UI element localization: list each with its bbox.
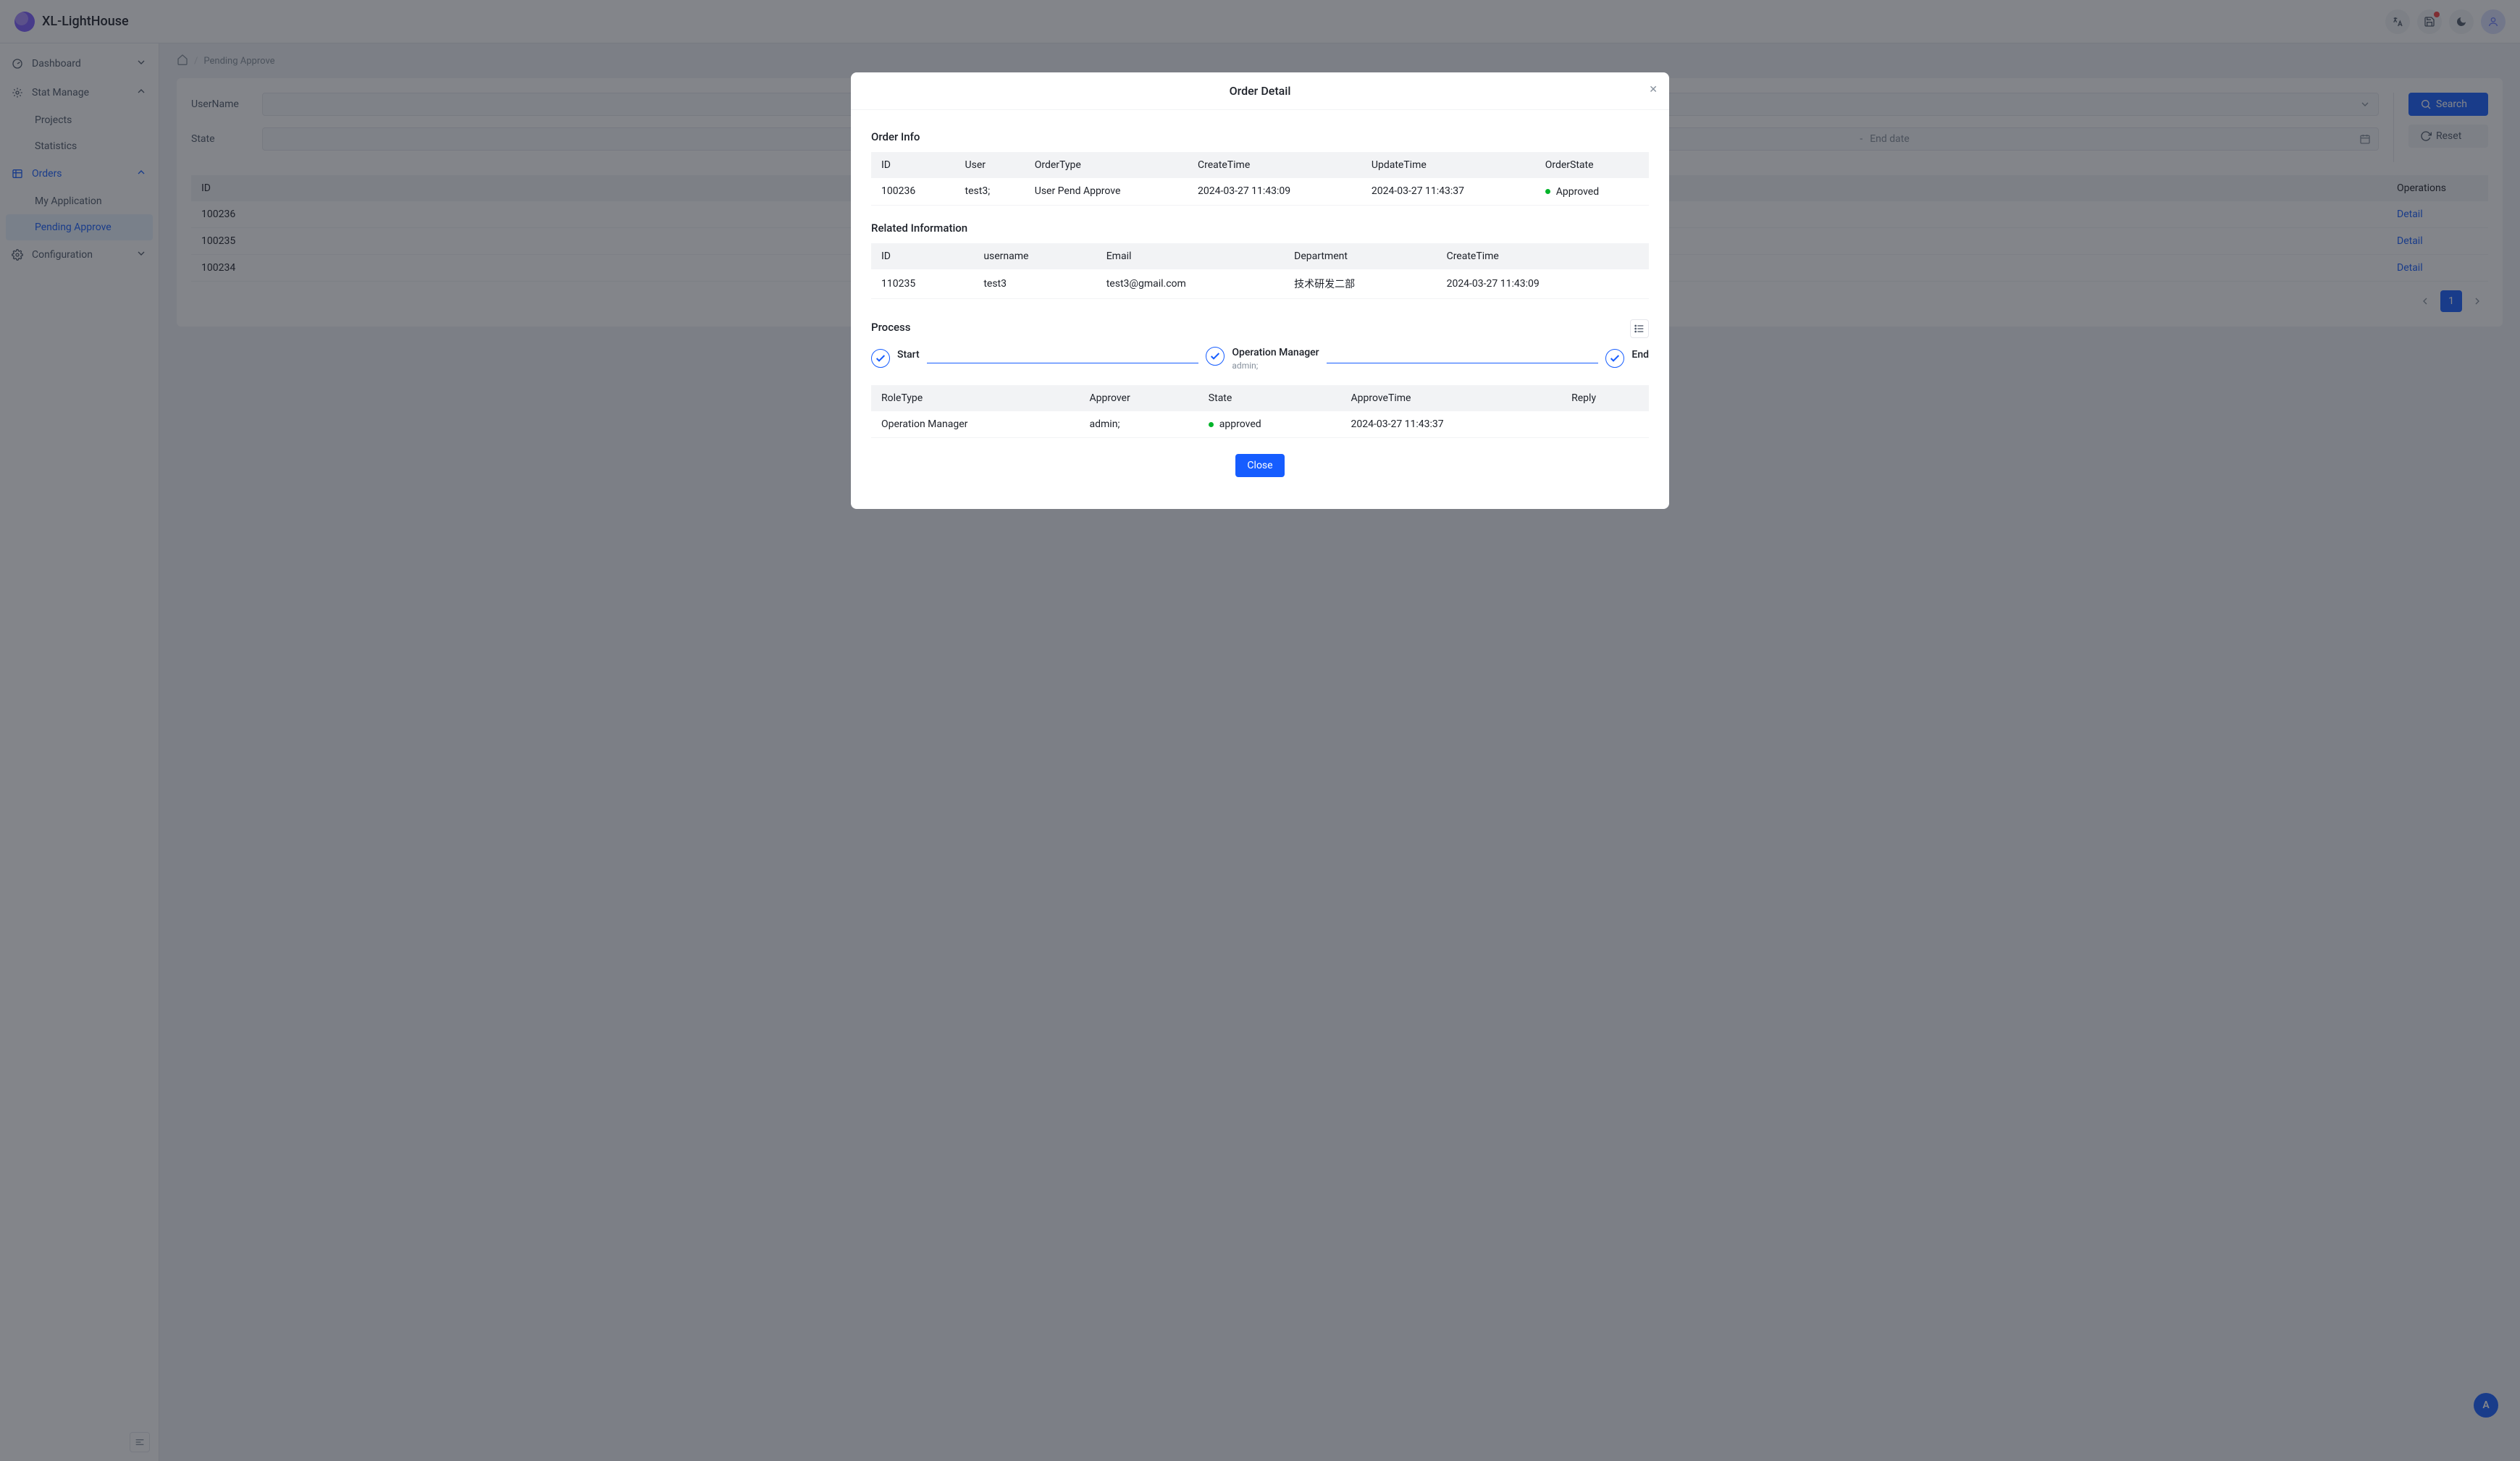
modal-header: Order Detail ✕ <box>851 72 1669 110</box>
check-icon <box>871 349 890 368</box>
table-row: 110235 test3 test3@gmail.com 技术研发二部 2024… <box>871 269 1649 299</box>
order-info-table: ID User OrderType CreateTime UpdateTime … <box>871 152 1649 206</box>
table-row: Operation Manager admin; approved 2024-0… <box>871 411 1649 438</box>
close-icon[interactable]: ✕ <box>1649 84 1658 96</box>
modal-overlay[interactable]: Order Detail ✕ Order Info ID User OrderT… <box>0 0 2520 1461</box>
order-info-title: Order Info <box>871 130 1649 143</box>
check-icon <box>1605 349 1624 368</box>
order-detail-modal: Order Detail ✕ Order Info ID User OrderT… <box>851 72 1669 509</box>
check-icon <box>1206 347 1225 366</box>
related-info-table: ID username Email Department CreateTime … <box>871 243 1649 299</box>
status-badge: Approved <box>1545 186 1599 198</box>
related-title: Related Information <box>871 222 1649 235</box>
status-badge: approved <box>1209 418 1261 430</box>
process-title: Process <box>871 321 911 334</box>
approvals-table: RoleType Approver State ApproveTime Repl… <box>871 385 1649 439</box>
step-start: Start <box>871 349 920 368</box>
step-operation-manager: Operation Manager admin; <box>1206 347 1319 371</box>
process-steps: Start Operation Manager admin; End <box>871 347 1649 371</box>
modal-title: Order Detail <box>1230 84 1291 98</box>
close-button[interactable]: Close <box>1235 454 1284 477</box>
list-view-icon[interactable] <box>1630 319 1649 338</box>
table-row: 100236 test3; User Pend Approve 2024-03-… <box>871 178 1649 205</box>
step-end: End <box>1605 349 1649 368</box>
